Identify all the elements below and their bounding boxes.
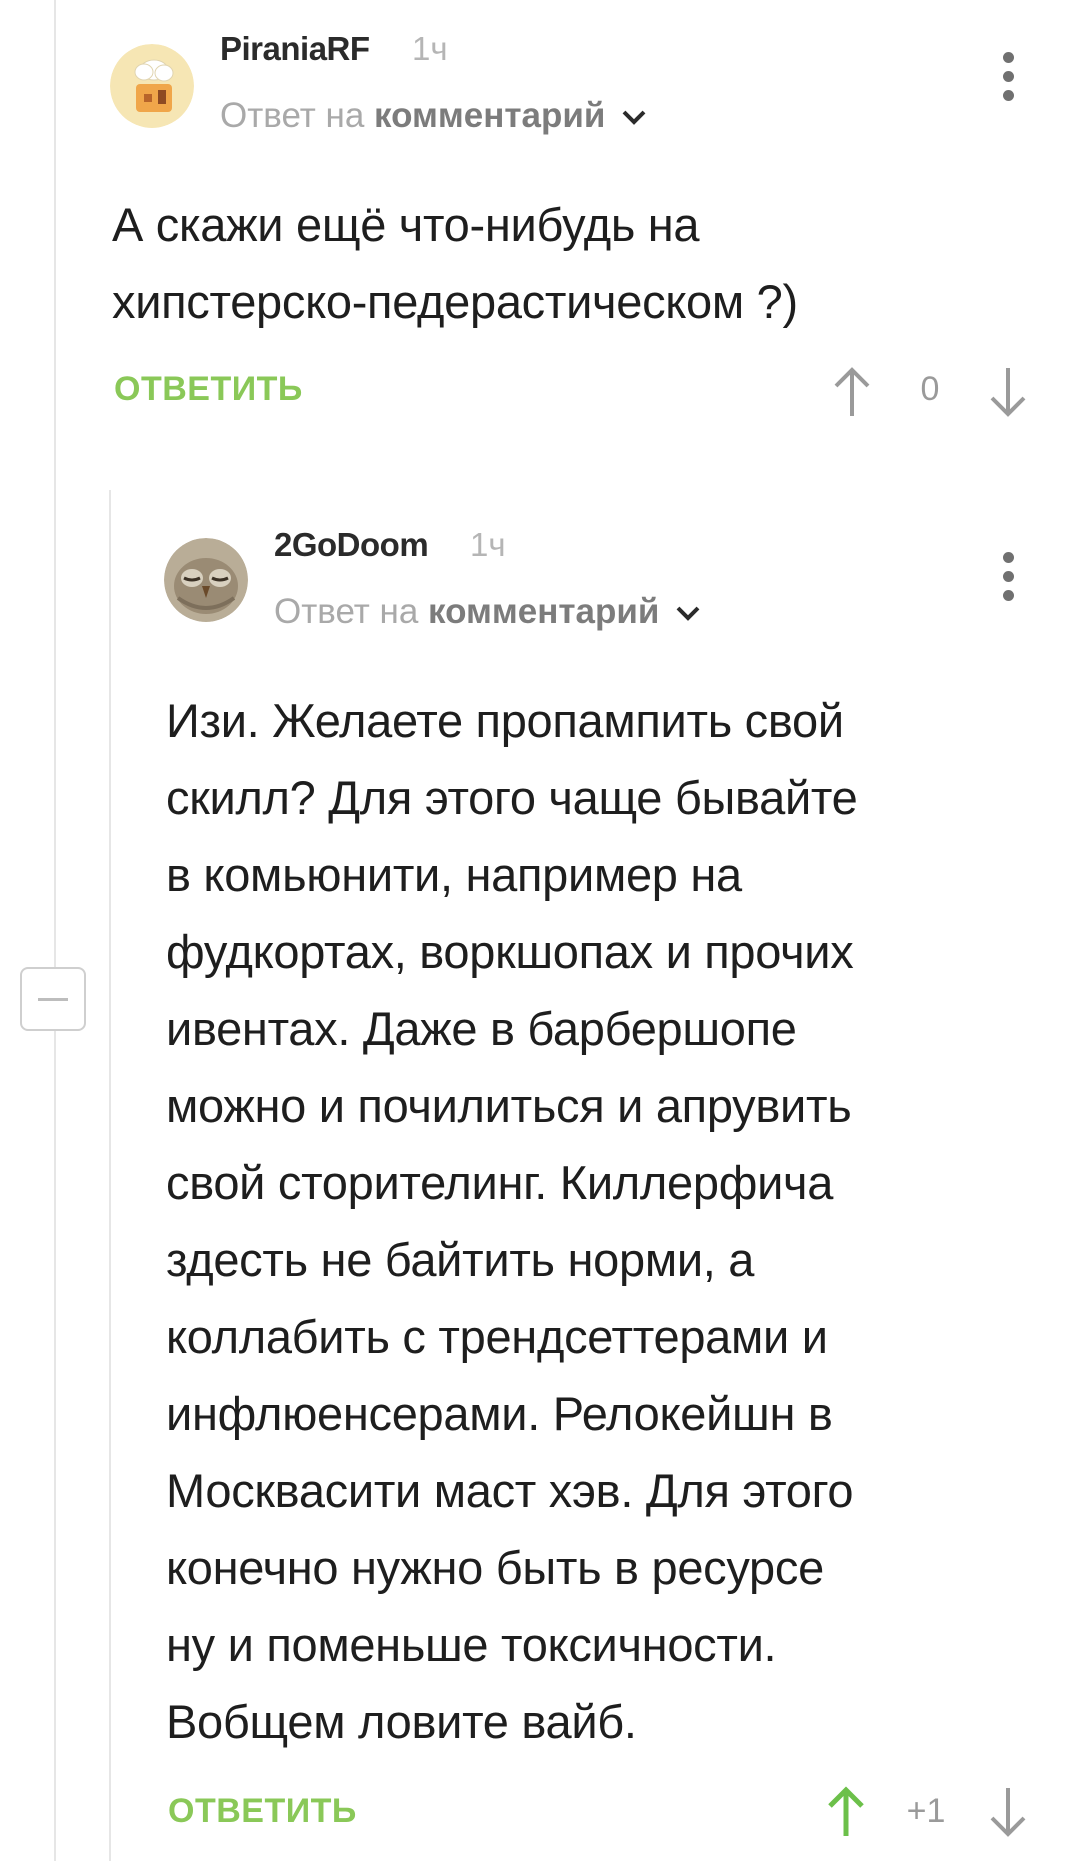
more-options-icon[interactable] (998, 552, 1018, 601)
upvote-arrow-icon[interactable] (826, 1784, 866, 1840)
comment-text-line: можно и почилиться и апрувить (166, 1079, 852, 1132)
reply-to-target: комментарий (428, 592, 660, 631)
comment-author[interactable]: 2GoDoom (274, 526, 429, 564)
comment-text-line: инфлюенсерами. Релокейшн в (166, 1387, 833, 1440)
comment-author[interactable]: PiraniaRF (220, 30, 370, 68)
comment-text-line: Изи. Желаете пропампить свой (166, 694, 844, 747)
more-options-icon[interactable] (998, 52, 1018, 101)
comment-text-line: ну и поменьше токсичности. (166, 1618, 777, 1671)
reply-button[interactable]: ОТВЕТИТЬ (168, 1792, 357, 1831)
score: 0 (920, 370, 940, 408)
chevron-down-icon (622, 110, 646, 125)
comment-text-line: ивентах. Даже в барбершопе (166, 1002, 797, 1055)
collapse-thread-button[interactable] (20, 967, 86, 1031)
nested-thread-line (109, 490, 111, 1861)
minus-icon (38, 997, 68, 1001)
upvote-arrow-icon[interactable] (832, 364, 872, 420)
comment-text-line: коллабить с трендсеттерами и (166, 1310, 828, 1363)
thread-line (54, 0, 56, 1861)
comment-time: 1ч (470, 526, 506, 563)
reply-to-target: комментарий (374, 96, 606, 135)
comment-text-line: Вобщем ловите вайб. (166, 1695, 637, 1748)
comment-text-line: Москвасити маст хэв. Для этого (166, 1464, 854, 1517)
reply-to-link[interactable]: Ответ на комментарий (220, 96, 647, 136)
score: +1 (906, 1792, 946, 1830)
downvote-arrow-icon[interactable] (988, 364, 1028, 420)
comment-text-line: свой сторителинг. Киллерфича (166, 1156, 834, 1209)
reply-to-prefix: Ответ на (220, 96, 365, 135)
comment-text-line: фудкортах, воркшопах и прочих (166, 925, 854, 978)
avatar[interactable] (164, 538, 248, 622)
chef-house-avatar-icon (110, 44, 194, 128)
reply-button[interactable]: ОТВЕТИТЬ (114, 370, 303, 409)
comment-text: Изи. Желаете пропампить свой скилл? Для … (166, 682, 1066, 1760)
comment-text-line: конечно нужно быть в ресурсе (166, 1541, 824, 1594)
reply-to-link[interactable]: Ответ на комментарий (274, 592, 701, 632)
comment-time: 1ч (412, 30, 448, 67)
chevron-down-icon (676, 606, 700, 621)
downvote-arrow-icon[interactable] (988, 1784, 1028, 1840)
comment-text-line: хипстерско-педерастическом ?) (112, 275, 798, 328)
comment-text-line: А скажи ещё что-нибудь на (112, 198, 700, 251)
avatar[interactable] (110, 44, 194, 128)
owl-avatar-icon (164, 538, 248, 622)
comment-text: А скажи ещё что-нибудь на хипстерско-пед… (112, 186, 1042, 340)
comment-text-line: скилл? Для этого чаще бывайте (166, 771, 858, 824)
comment-text-line: здесть не байтить норми, а (166, 1233, 755, 1286)
comment-text-line: в комьюнити, например на (166, 848, 742, 901)
reply-to-prefix: Ответ на (274, 592, 419, 631)
